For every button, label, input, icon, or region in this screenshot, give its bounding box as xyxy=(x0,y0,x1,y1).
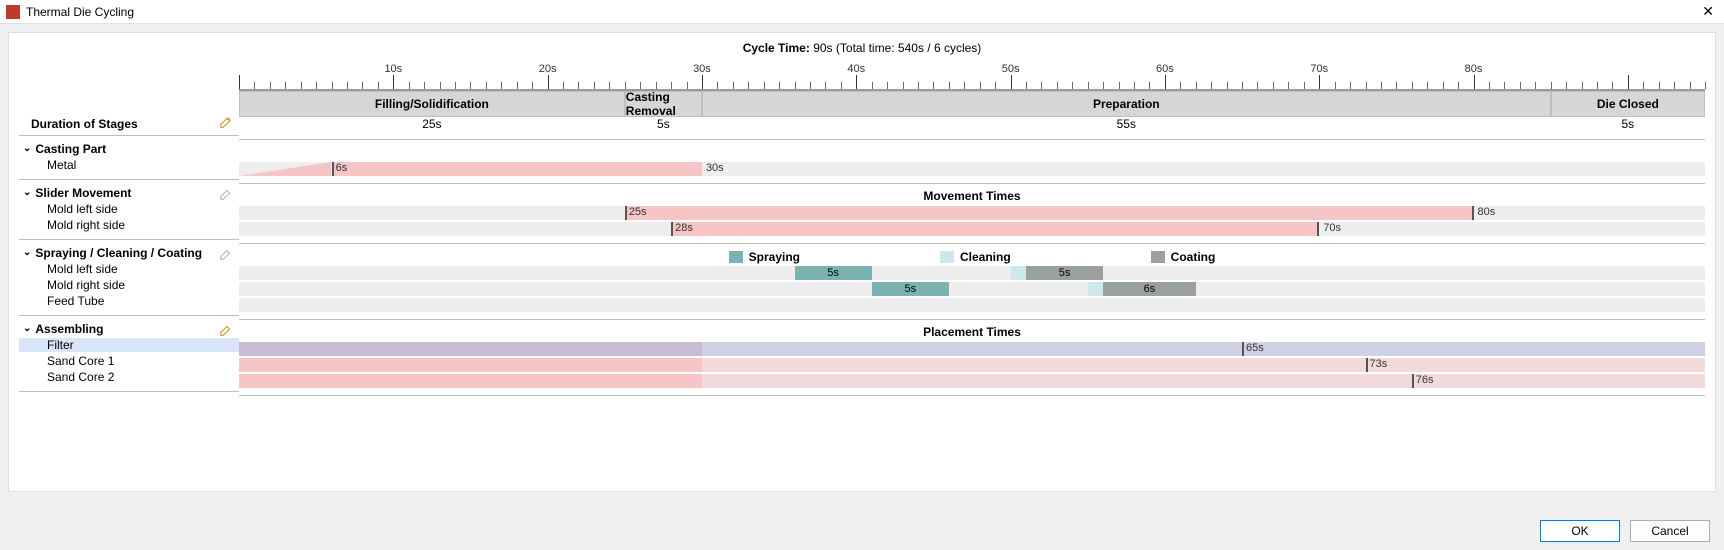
gantt-bar[interactable] xyxy=(239,374,702,388)
gantt-bar[interactable] xyxy=(239,358,702,372)
stage-duration: 55s xyxy=(1117,117,1136,131)
timeline-row-spray-right[interactable]: 5s 6s xyxy=(239,281,1705,297)
stage-header[interactable]: Casting Removal xyxy=(625,91,702,117)
gantt-bar[interactable]: 6s xyxy=(1103,282,1196,296)
chevron-down-icon: ⌄ xyxy=(23,143,31,154)
stage-header[interactable]: Filling/Solidification xyxy=(239,91,625,117)
timeline-row-spray-left[interactable]: 5s 5s xyxy=(239,265,1705,281)
chevron-down-icon: ⌄ xyxy=(23,187,31,198)
legend-swatch xyxy=(940,251,954,263)
stages-header-row: Filling/SolidificationCasting RemovalPre… xyxy=(239,91,1705,117)
timeline-area[interactable]: 10s20s30s40s50s60s70s80s Filling/Solidif… xyxy=(239,63,1705,491)
duration-values-row: 25s 5s 55s 5s xyxy=(239,117,1705,139)
metal-ramp[interactable] xyxy=(239,162,331,176)
chart-panel: Cycle Time: 90s (Total time: 540s / 6 cy… xyxy=(8,32,1716,492)
row-label-sandcore1[interactable]: Sand Core 1 xyxy=(19,354,114,368)
gantt-bar[interactable] xyxy=(332,162,702,176)
gantt-bar[interactable] xyxy=(702,374,1705,388)
stage-duration: 25s xyxy=(422,117,441,131)
stage-duration: 5s xyxy=(1621,117,1634,131)
titlebar: Thermal Die Cycling ✕ xyxy=(0,0,1724,24)
edit-icon[interactable] xyxy=(219,187,233,201)
gantt-bar[interactable]: 5s xyxy=(1026,266,1103,280)
legend-item: Spraying xyxy=(729,250,800,264)
row-labels-column: Duration of Stages ⌄Casting Part Metal ⌄… xyxy=(19,63,239,491)
dialog-window: Thermal Die Cycling ✕ Cycle Time: 90s (T… xyxy=(0,0,1724,550)
edit-icon[interactable] xyxy=(219,247,233,261)
row-label-spray-mold-right[interactable]: Mold right side xyxy=(19,278,125,292)
placement-marker[interactable] xyxy=(1366,358,1368,372)
placement-times-label: Placement Times xyxy=(239,325,1705,339)
section-slider-movement[interactable]: ⌄Slider Movement xyxy=(19,184,131,202)
chevron-down-icon: ⌄ xyxy=(23,323,31,334)
cycle-time-detail: (Total time: 540s / 6 cycles) xyxy=(836,41,981,55)
timeline-row-sandcore1[interactable]: 73s xyxy=(239,357,1705,373)
timeline-row-filter[interactable]: 65s xyxy=(239,341,1705,357)
cycle-time-value: 90s xyxy=(813,41,832,55)
section-casting-part[interactable]: ⌄Casting Part xyxy=(19,140,106,158)
timeline-row-mold-right[interactable]: 28s70s xyxy=(239,221,1705,237)
window-title: Thermal Die Cycling xyxy=(26,5,1698,19)
close-icon[interactable]: ✕ xyxy=(1698,3,1718,20)
chart-area: Duration of Stages ⌄Casting Part Metal ⌄… xyxy=(19,63,1705,491)
stage-header[interactable]: Die Closed xyxy=(1551,91,1705,117)
gantt-bar[interactable] xyxy=(671,222,1319,236)
stage-duration: 5s xyxy=(657,117,670,131)
gantt-bar[interactable]: 5s xyxy=(872,282,949,296)
timeline-row-sandcore2[interactable]: 76s xyxy=(239,373,1705,389)
app-icon xyxy=(6,5,20,19)
section-spraying[interactable]: ⌄Spraying / Cleaning / Coating xyxy=(19,244,202,262)
timeline-row-metal[interactable]: 6s30s xyxy=(239,161,1705,177)
edit-icon[interactable] xyxy=(219,115,233,129)
cycle-time-label: Cycle Time: xyxy=(743,41,810,55)
edit-icon[interactable] xyxy=(219,323,233,337)
gantt-bar[interactable] xyxy=(702,358,1705,372)
gantt-bar[interactable] xyxy=(239,342,702,356)
legend-item: Coating xyxy=(1151,250,1216,264)
stage-header[interactable]: Preparation xyxy=(702,91,1551,117)
row-label-spray-mold-left[interactable]: Mold left side xyxy=(19,262,118,276)
legend-item: Cleaning xyxy=(940,250,1011,264)
row-label-metal[interactable]: Metal xyxy=(19,158,76,172)
timeline-row-mold-left[interactable]: 25s80s xyxy=(239,205,1705,221)
row-label-mold-left[interactable]: Mold left side xyxy=(19,202,118,216)
cancel-button[interactable]: Cancel xyxy=(1630,520,1710,542)
chevron-down-icon: ⌄ xyxy=(23,247,31,258)
content-area: Cycle Time: 90s (Total time: 540s / 6 cy… xyxy=(0,24,1724,512)
gantt-bar[interactable] xyxy=(625,206,1474,220)
gantt-bar[interactable] xyxy=(1011,266,1026,280)
placement-marker[interactable] xyxy=(1412,374,1414,388)
row-label-mold-right[interactable]: Mold right side xyxy=(19,218,125,232)
duration-of-stages-label: Duration of Stages xyxy=(19,117,138,131)
gantt-bar[interactable] xyxy=(702,342,1705,356)
cycle-time-header: Cycle Time: 90s (Total time: 540s / 6 cy… xyxy=(9,33,1715,57)
legend-swatch xyxy=(1151,251,1165,263)
gantt-bar[interactable] xyxy=(1088,282,1103,296)
row-label-sandcore2[interactable]: Sand Core 2 xyxy=(19,370,114,384)
gantt-bar[interactable]: 5s xyxy=(795,266,872,280)
dialog-footer: OK Cancel xyxy=(0,512,1724,550)
spray-legend-row: Spraying Cleaning Coating xyxy=(239,249,1705,265)
row-label-filter[interactable]: Filter xyxy=(19,338,239,352)
time-ruler: 10s20s30s40s50s60s70s80s xyxy=(239,63,1705,91)
section-assembling[interactable]: ⌄Assembling xyxy=(19,320,103,338)
row-label-feed-tube[interactable]: Feed Tube xyxy=(19,294,104,308)
legend-swatch xyxy=(729,251,743,263)
placement-marker[interactable] xyxy=(1242,342,1244,356)
ok-button[interactable]: OK xyxy=(1540,520,1620,542)
timeline-row-feed-tube[interactable] xyxy=(239,297,1705,313)
movement-times-label: Movement Times xyxy=(239,189,1705,203)
